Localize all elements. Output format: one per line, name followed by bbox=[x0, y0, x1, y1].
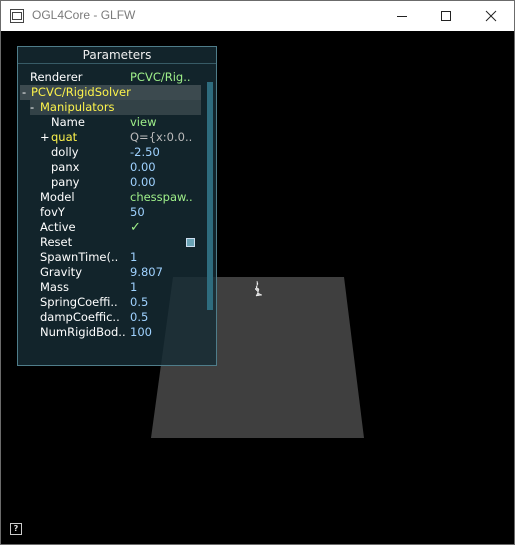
group-label: PCVC/RigidSolver bbox=[31, 85, 131, 99]
param-row-numrigidbod[interactable]: NumRigidBod.. 100 bbox=[30, 325, 206, 340]
collapse-toggle[interactable]: - bbox=[30, 100, 40, 115]
param-value[interactable]: 0.00 bbox=[130, 175, 200, 190]
param-row-mass[interactable]: Mass 1 bbox=[30, 280, 206, 295]
param-value[interactable]: 0.00 bbox=[130, 160, 200, 175]
param-label: panx bbox=[51, 160, 80, 174]
manipulator-row-name[interactable]: Name view bbox=[30, 115, 201, 130]
param-value[interactable]: Q={x:0.0.. bbox=[130, 130, 200, 145]
param-value[interactable]: 9.807 bbox=[130, 265, 202, 280]
maximize-button[interactable] bbox=[423, 1, 469, 31]
app-icon bbox=[10, 9, 24, 23]
group-row-rigidsolver[interactable]: - PCVC/RigidSolver bbox=[20, 85, 201, 100]
param-label: NumRigidBod.. bbox=[40, 325, 126, 339]
param-value[interactable]: view bbox=[130, 115, 200, 130]
param-row-active[interactable]: Active ✓ bbox=[30, 220, 206, 235]
scrollbar-thumb[interactable] bbox=[207, 82, 213, 310]
param-row-gravity[interactable]: Gravity 9.807 bbox=[30, 265, 206, 280]
param-row-dampcoeffic[interactable]: dampCoeffic.. 0.5 bbox=[30, 310, 206, 325]
reset-button[interactable] bbox=[186, 238, 195, 247]
param-row-spawntime[interactable]: SpawnTime(.. 1 bbox=[30, 250, 206, 265]
manipulator-row-quat[interactable]: + quat Q={x:0.0.. bbox=[30, 130, 201, 145]
close-icon bbox=[485, 10, 497, 22]
param-row-renderer[interactable]: Renderer PCVC/Rig.. bbox=[30, 70, 210, 85]
active-checkmark[interactable]: ✓ bbox=[130, 220, 202, 235]
param-value[interactable]: 50 bbox=[130, 205, 202, 220]
param-value[interactable]: PCVC/Rig.. bbox=[130, 70, 202, 85]
param-label: dampCoeffic.. bbox=[40, 310, 120, 324]
param-value[interactable]: chesspaw.. bbox=[130, 190, 202, 205]
param-label: dolly bbox=[51, 145, 79, 159]
param-value[interactable]: 1 bbox=[130, 250, 202, 265]
group-row-manipulators[interactable]: - Manipulators bbox=[30, 100, 201, 115]
param-label: quat bbox=[51, 130, 78, 144]
param-label: SpawnTime(.. bbox=[40, 250, 119, 264]
manipulator-row-panx[interactable]: panx 0.00 bbox=[30, 160, 201, 175]
param-label: Model bbox=[40, 190, 75, 204]
param-label: Reset bbox=[40, 235, 73, 249]
panel-title[interactable]: Parameters bbox=[18, 47, 216, 64]
param-value[interactable]: 0.5 bbox=[130, 310, 202, 325]
app-window: OGL4Core - GLFW Parameters Renderer PCVC… bbox=[0, 0, 515, 545]
group-label: Manipulators bbox=[40, 100, 115, 114]
param-label: Mass bbox=[40, 280, 69, 294]
param-label: pany bbox=[51, 175, 80, 189]
maximize-icon bbox=[441, 11, 451, 21]
param-label: Gravity bbox=[40, 265, 83, 279]
param-label: fovY bbox=[40, 205, 65, 219]
param-value[interactable]: 100 bbox=[130, 325, 202, 340]
param-value[interactable]: 1 bbox=[130, 280, 202, 295]
window-title: OGL4Core - GLFW bbox=[32, 8, 136, 22]
param-value[interactable]: -2.50 bbox=[130, 145, 200, 160]
manipulator-row-pany[interactable]: pany 0.00 bbox=[30, 175, 201, 190]
param-value[interactable]: 0.5 bbox=[130, 295, 202, 310]
title-bar[interactable]: OGL4Core - GLFW bbox=[1, 1, 514, 31]
minimize-button[interactable] bbox=[379, 1, 425, 31]
param-row-springcoeffi[interactable]: SpringCoeffi.. 0.5 bbox=[30, 295, 206, 310]
expand-toggle[interactable]: + bbox=[40, 130, 50, 145]
param-label: SpringCoeffi.. bbox=[40, 295, 118, 309]
minimize-icon bbox=[397, 16, 407, 17]
param-label: Active bbox=[40, 220, 76, 234]
param-label: Renderer bbox=[30, 70, 83, 84]
param-row-fovy[interactable]: fovY 50 bbox=[30, 205, 206, 220]
manipulator-row-dolly[interactable]: dolly -2.50 bbox=[30, 145, 201, 160]
parameters-panel[interactable]: Parameters Renderer PCVC/Rig.. - PCVC/Ri… bbox=[17, 46, 217, 366]
param-label: Name bbox=[51, 115, 85, 129]
param-row-reset[interactable]: Reset bbox=[30, 235, 206, 250]
help-button[interactable]: ? bbox=[10, 523, 22, 535]
render-viewport[interactable]: Parameters Renderer PCVC/Rig.. - PCVC/Ri… bbox=[1, 31, 514, 544]
close-button[interactable] bbox=[468, 1, 514, 31]
param-row-model[interactable]: Model chesspaw.. bbox=[30, 190, 206, 205]
